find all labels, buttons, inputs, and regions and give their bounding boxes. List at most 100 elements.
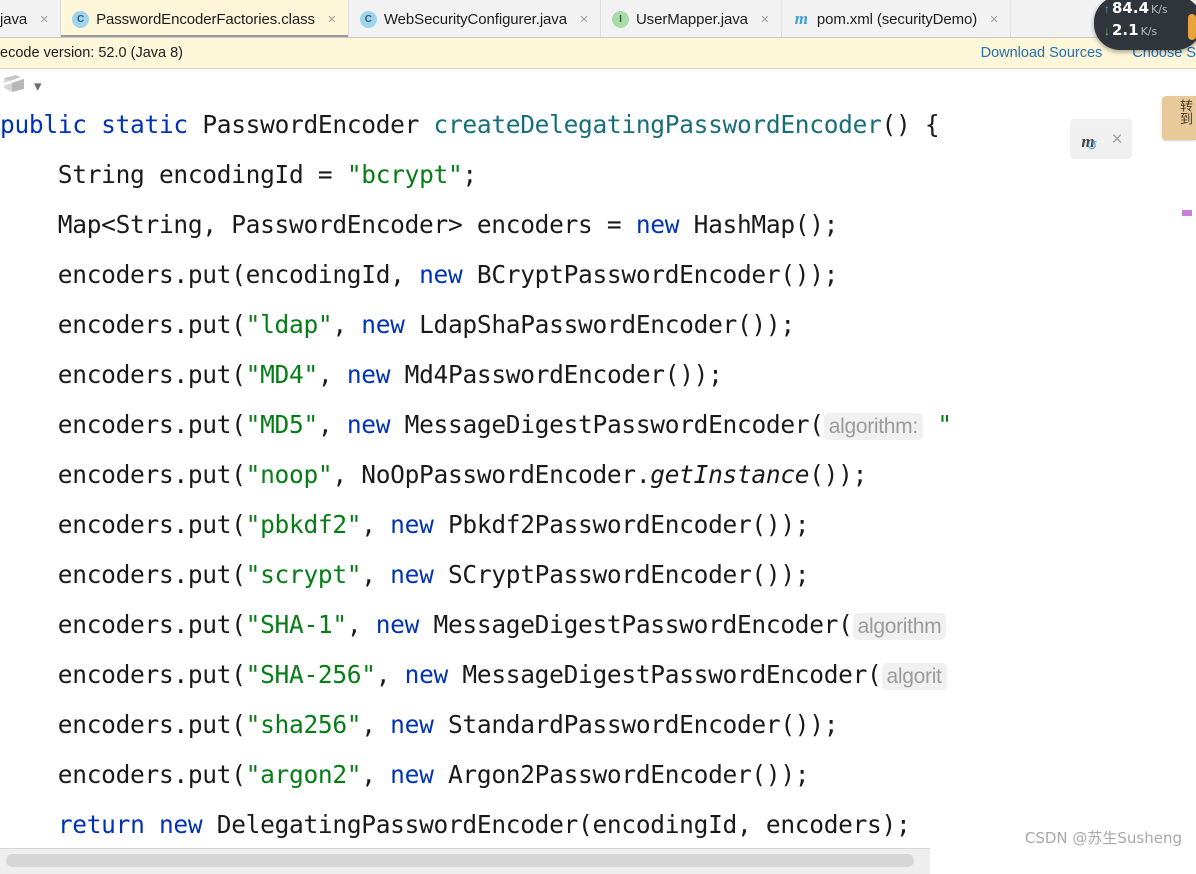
code-token: new (404, 660, 449, 689)
code-lines: public static PasswordEncoder createDele… (0, 100, 1196, 848)
code-token: encoders.put(encodingId, (0, 260, 420, 289)
code-token: "MD4" (245, 360, 319, 389)
parameter-hint: algorit (881, 663, 947, 690)
sync-icon[interactable]: ↺ (1087, 138, 1098, 154)
code-token: BCryptPasswordEncoder()); (462, 260, 839, 289)
code-token: , (375, 660, 405, 689)
editor-tab-label: WebSecurityConfigurer.java (383, 10, 567, 28)
horizontal-scrollbar-thumb[interactable] (6, 854, 914, 867)
java-class-icon: C (72, 10, 90, 28)
sticky-note-label: 转到 (1177, 99, 1192, 125)
editor-tab[interactable]: C WebSecurityConfigurer.java × (349, 0, 601, 37)
editor-tab-bar: java × C PasswordEncoderFactories.class × C We… (0, 0, 1196, 38)
code-line: encoders.put("pbkdf2", new Pbkdf2Passwor… (0, 500, 1196, 550)
code-token: , (361, 760, 391, 789)
code-line: public static PasswordEncoder createDele… (0, 100, 1196, 150)
code-line: return new DelegatingPasswordEncoder(enc… (0, 800, 1196, 848)
code-token: new (390, 710, 434, 739)
download-speed-value: 2.1 (1112, 21, 1139, 39)
code-token: "noop" (245, 460, 333, 489)
code-token: () { (881, 110, 940, 139)
parameter-hint: algorithm (852, 613, 947, 640)
maven-xml-icon: m (794, 9, 808, 28)
editor-tab[interactable]: C PasswordEncoderFactories.class × (61, 0, 349, 37)
code-token: MessageDigestPasswordEncoder( (447, 660, 882, 689)
java-class-icon: C (359, 10, 377, 28)
code-token: StandardPasswordEncoder()); (433, 710, 839, 739)
code-line: encoders.put("scrypt", new SCryptPasswor… (0, 550, 1196, 600)
horizontal-scrollbar[interactable] (0, 848, 930, 874)
editor-tab[interactable]: I UserMapper.java × (601, 0, 782, 37)
overlay-edge-handle (1188, 14, 1196, 40)
code-token: encoders.put( (0, 710, 246, 739)
code-token: new (419, 260, 463, 289)
code-token: ; (462, 160, 477, 189)
code-token: new (346, 360, 391, 389)
code-token: LdapShaPasswordEncoder()); (404, 310, 795, 339)
code-token: "MD5" (245, 410, 319, 439)
code-token: , (346, 610, 376, 639)
code-token: "argon2" (245, 760, 362, 789)
decompiled-file-banner: tecode version: 52.0 (Java 8) Download S… (0, 38, 1196, 69)
code-token: encoders.put( (0, 310, 246, 339)
code-line: encoders.put("sha256", new StandardPassw… (0, 700, 1196, 750)
code-token: getInstance (650, 460, 810, 489)
code-token: encoders.put( (0, 410, 246, 439)
editor-tab-label: pom.xml (securityDemo) (816, 10, 978, 28)
decompiler-icon[interactable] (2, 74, 28, 98)
code-token: MessageDigestPasswordEncoder( (390, 410, 824, 439)
code-token: "bcrypt" (346, 160, 463, 189)
close-icon[interactable]: × (1112, 129, 1123, 151)
code-token: new (346, 410, 391, 439)
code-token: encoders.put( (0, 610, 246, 639)
code-token: , (317, 360, 347, 389)
inline-maven-widget[interactable]: m ↺ × (1070, 119, 1132, 159)
ide-window: java × C PasswordEncoderFactories.class × C We… (0, 0, 1196, 874)
code-token: new (390, 760, 434, 789)
code-token: new (390, 510, 434, 539)
code-token: new (635, 210, 680, 239)
code-token: String encodingId = (0, 160, 347, 189)
code-token: encoders.put( (0, 360, 246, 389)
code-token: new (158, 810, 203, 839)
code-token: Argon2PasswordEncoder()); (433, 760, 810, 789)
close-icon[interactable]: × (325, 12, 339, 27)
sticky-note[interactable]: 转到 (1162, 96, 1196, 140)
code-line: encoders.put("SHA-1", new MessageDigestP… (0, 600, 1196, 650)
code-line: encoders.put("ldap", new LdapShaPassword… (0, 300, 1196, 350)
close-icon[interactable]: × (37, 12, 51, 27)
code-line: encoders.put(encodingId, new BCryptPassw… (0, 250, 1196, 300)
code-editor[interactable]: public static PasswordEncoder createDele… (0, 100, 1196, 848)
editor-tab-label: java (0, 10, 28, 28)
code-line: encoders.put("argon2", new Argon2Passwor… (0, 750, 1196, 800)
network-speed-overlay[interactable]: ↑ 84.4 K/s ↓ 2.1 K/s (1094, 0, 1196, 50)
code-token: "pbkdf2" (245, 510, 362, 539)
code-token: MessageDigestPasswordEncoder( (419, 610, 853, 639)
code-token: HashMap(); (679, 210, 839, 239)
editor-tab[interactable]: m pom.xml (securityDemo) × (782, 0, 1012, 37)
code-token: public (0, 110, 87, 139)
download-speed-row: ↓ 2.1 K/s (1104, 23, 1194, 45)
code-token: encoders.put( (0, 760, 246, 789)
code-line: encoders.put("SHA-256", new MessageDiges… (0, 650, 1196, 700)
download-speed-unit: K/s (1140, 25, 1158, 38)
code-token: , (361, 560, 391, 589)
close-icon[interactable]: × (758, 12, 772, 27)
download-sources-link[interactable]: Download Sources (981, 45, 1103, 61)
chevron-down-icon[interactable]: ▾ (34, 78, 42, 94)
code-token: SCryptPasswordEncoder()); (433, 560, 810, 589)
code-token: new (361, 310, 405, 339)
code-token: , (361, 710, 391, 739)
code-token: encoders.put( (0, 560, 246, 589)
close-icon[interactable]: × (577, 12, 591, 27)
close-icon[interactable]: × (987, 12, 1001, 27)
code-line: String encodingId = "bcrypt"; (0, 150, 1196, 200)
scrollbar-marker (1182, 210, 1192, 216)
code-token: Map<String, PasswordEncoder> encoders = (0, 210, 636, 239)
code-token: encoders.put( (0, 660, 246, 689)
editor-tab[interactable]: java × (0, 0, 62, 37)
upload-speed-row: ↑ 84.4 K/s (1104, 1, 1194, 23)
watermark: CSDN @苏生Susheng (1024, 829, 1182, 847)
